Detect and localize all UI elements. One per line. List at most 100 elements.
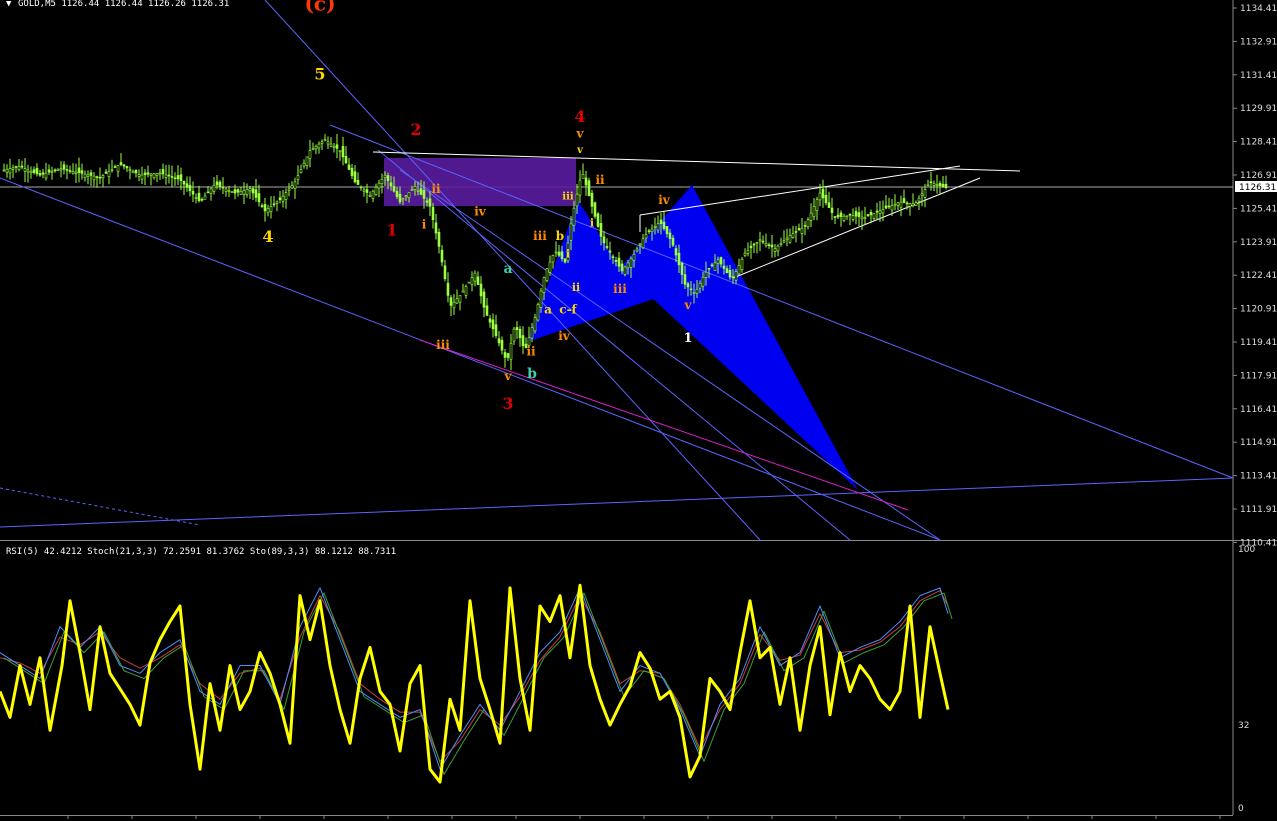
candle-body <box>818 192 822 201</box>
candle-body <box>878 210 882 214</box>
candle-body <box>536 304 540 321</box>
candle-body <box>2 169 6 172</box>
candle-body <box>305 156 309 166</box>
candle-body <box>767 244 771 246</box>
candle-body <box>779 243 783 245</box>
candle-body <box>851 215 855 220</box>
candle-body <box>929 181 933 184</box>
candle-body <box>734 271 738 281</box>
candle-body <box>368 194 372 197</box>
wave-label: b <box>527 366 537 382</box>
candle-body <box>824 194 828 204</box>
candle-body <box>266 208 270 214</box>
wave-label: (c) <box>304 0 335 15</box>
symbol-header: GOLD,M5 1126.44 1126.44 1126.26 1126.31 <box>18 0 229 9</box>
candle-body <box>188 184 192 192</box>
harmonic-pattern-right <box>620 185 858 490</box>
candle-body <box>713 262 717 271</box>
candle-body <box>695 288 699 294</box>
candle-body <box>332 145 336 149</box>
wave-label: iii <box>562 192 574 203</box>
candle-body <box>290 185 294 189</box>
candle-body <box>86 174 90 177</box>
wave-label: 1 <box>683 331 692 346</box>
indicator-tick-label: 0 <box>1238 804 1244 814</box>
price-tick-label: 1125.41 <box>1240 204 1277 214</box>
candle-body <box>116 165 120 172</box>
candle-body <box>23 168 27 172</box>
candle-body <box>899 201 903 208</box>
candle-body <box>395 190 399 197</box>
candle-body <box>200 198 204 201</box>
candle-body <box>38 173 42 176</box>
candle-body <box>653 226 657 228</box>
candle-body <box>884 205 888 209</box>
candle-body <box>206 191 210 194</box>
candle-body <box>317 143 321 149</box>
candle-body <box>446 282 450 296</box>
candle-body <box>377 182 381 189</box>
candle-body <box>617 257 621 267</box>
candle-body <box>329 143 333 147</box>
candle-body <box>194 197 198 199</box>
candle-body <box>95 176 99 178</box>
candle-body <box>686 283 690 288</box>
wave-label: iv <box>558 329 571 343</box>
candle-body <box>815 199 819 211</box>
indicator-header: RSI(5) 42.4212 Stoch(21,3,3) 72.2591 81.… <box>6 547 396 557</box>
candle-body <box>350 167 354 176</box>
candle-body <box>284 192 288 200</box>
candle-body <box>296 175 300 180</box>
candle-body <box>125 166 129 169</box>
candle-body <box>380 178 384 184</box>
candle-body <box>287 188 291 191</box>
candle-body <box>746 250 750 254</box>
candle-body <box>752 243 756 246</box>
candle-body <box>128 169 132 171</box>
candle-body <box>719 257 723 265</box>
candle-body <box>722 265 726 269</box>
candle-body <box>455 298 459 304</box>
candle-body <box>875 210 879 213</box>
price-tick-label: 1119.41 <box>1240 338 1277 348</box>
chart-canvas[interactable]: (c)5421iiiiviiiav b3iii biiiiiia c-fivii4vv… <box>0 0 1277 821</box>
candle-body <box>620 263 624 272</box>
candle-body <box>59 168 63 171</box>
candle-body <box>143 172 147 175</box>
wave-label: 5 <box>314 64 325 83</box>
candle-body <box>551 255 555 263</box>
candle-body <box>494 324 498 337</box>
candle-body <box>578 179 582 196</box>
price-tick-label: 1129.91 <box>1240 104 1277 114</box>
wave-label: 3 <box>502 394 513 413</box>
price-tick-label: 1126.91 <box>1240 171 1277 181</box>
candle-body <box>776 245 780 252</box>
candle-body <box>308 150 312 159</box>
price-axis-ticks: 1134.41 1132.91 1131.41 1129.91 1128.41 1126.… <box>1233 4 1277 548</box>
candle-body <box>668 232 672 239</box>
candle-body <box>737 265 741 275</box>
stoch-fast-line <box>0 587 949 770</box>
candle-body <box>530 327 534 339</box>
candle-body <box>230 191 234 193</box>
candle-body <box>593 202 597 217</box>
candle-body <box>692 292 696 294</box>
trendline-2 <box>329 124 1234 479</box>
candle-body <box>473 272 477 282</box>
candle-body <box>209 188 213 194</box>
candle-body <box>860 216 864 220</box>
price-tick-label: 1128.41 <box>1240 138 1277 148</box>
candle-body <box>845 215 849 218</box>
candle-body <box>470 277 474 285</box>
trading-chart-window: (c) 5 4 2 1 ii i iv iii a v b 3 iii b i iii ii a c-f iv ii 4 v v… <box>0 0 1277 821</box>
header-arrow-icon[interactable]: ▼ <box>6 0 12 9</box>
candle-body <box>773 248 777 252</box>
candle-body <box>314 145 318 150</box>
candle-body <box>383 174 387 178</box>
candle-body <box>728 270 732 278</box>
candle-body <box>29 170 33 173</box>
wave-label: 4 <box>574 107 585 126</box>
candle-body <box>644 234 648 239</box>
wave-label: v <box>576 126 585 140</box>
candle-body <box>821 188 825 199</box>
